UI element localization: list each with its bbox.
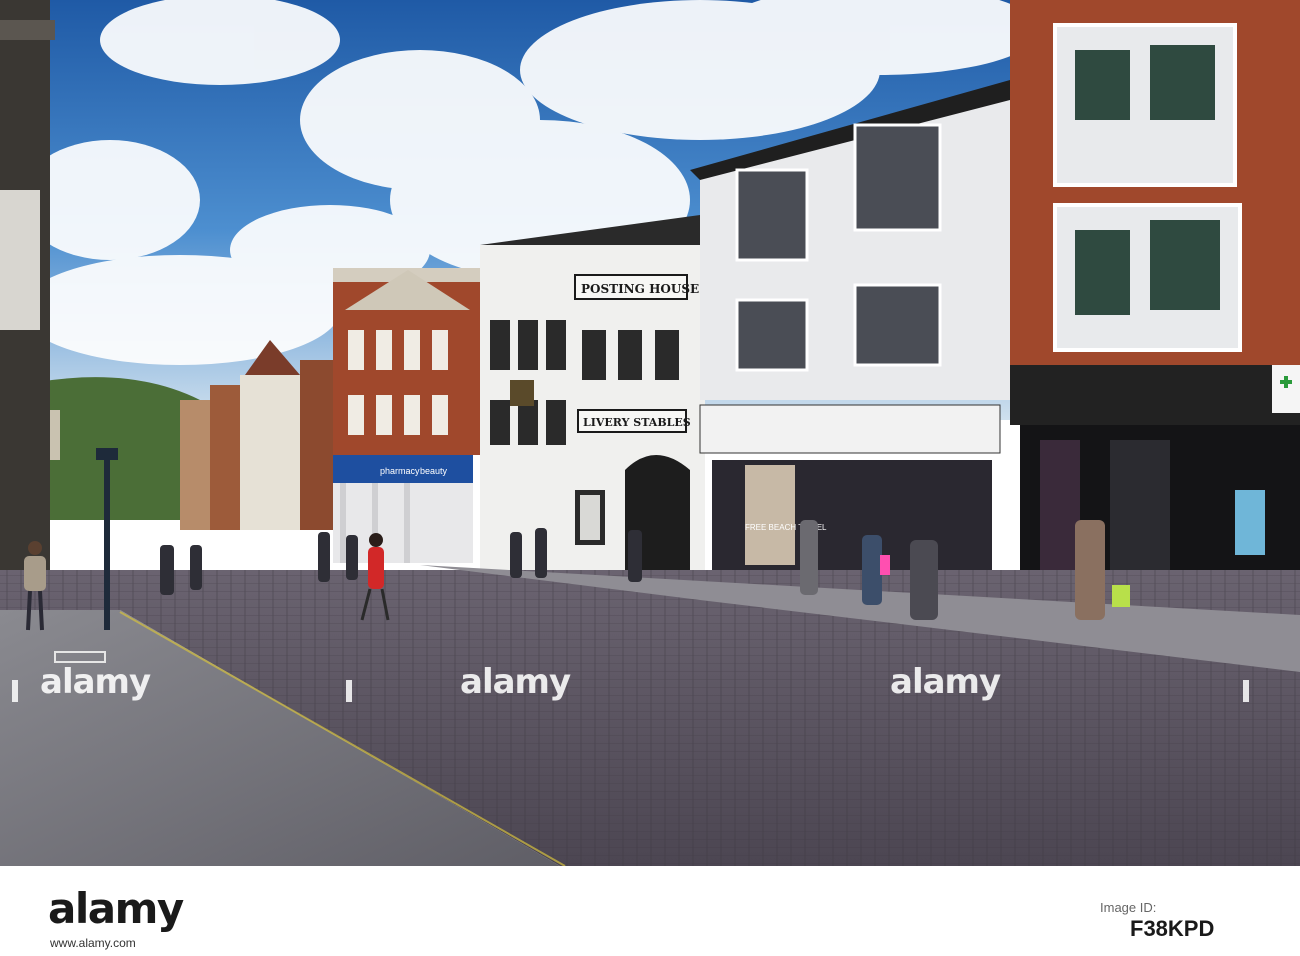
watermark-bracket [12,680,18,702]
posting-house-building: POSTING HOUSE. LIVERY STABLES [480,215,705,580]
posting-house-text: POSTING HOUSE. [581,282,703,296]
red-brick-building [1010,0,1300,600]
boots-beauty-text: beauty [420,466,448,476]
left-building [0,0,55,600]
brick-building: pharmacy beauty [333,268,483,563]
watermark-bracket [346,680,352,702]
livery-stables-text: LIVERY STABLES [583,416,691,429]
street-photo: pharmacy beauty POSTING HOUSE. LIVERY ST… [0,0,1300,866]
alamy-logo[interactable]: alamy [48,884,184,933]
watermark-bracket [1243,680,1249,702]
shop-fascia [699,404,1001,454]
watermark-right: alamy [890,662,1001,702]
watermark-left: alamy [40,662,151,702]
boots-pharmacy-text: pharmacy [380,466,420,476]
image-id-value: F38KPD [1130,916,1215,941]
image-id-label: Image ID: [1100,900,1157,915]
white-bay-building: FREE BEACH TOWEL [690,80,1010,590]
alamy-url[interactable]: www.alamy.com [50,936,136,950]
watermark-center: alamy [460,662,571,702]
footer-bar: alamy www.alamy.com Image ID: F38KPD [0,866,1300,956]
